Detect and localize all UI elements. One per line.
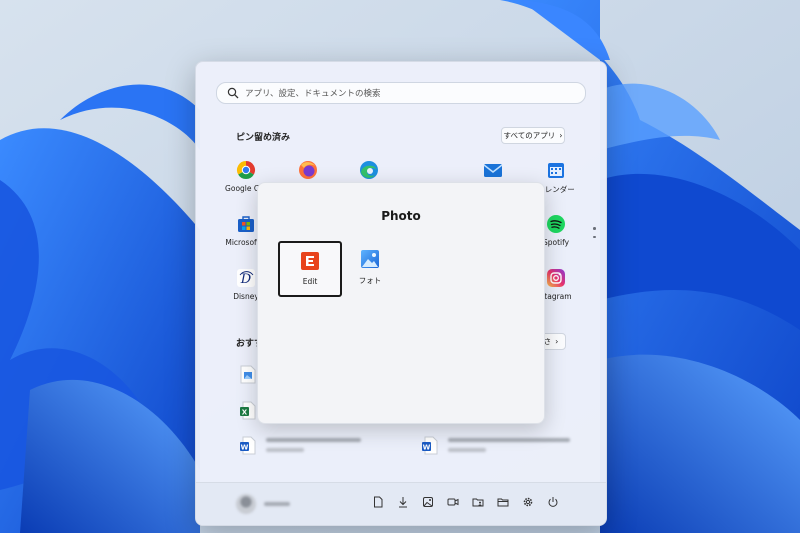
edit-app-icon (300, 251, 320, 271)
redacted-username (264, 502, 290, 506)
chevron-right-icon: › (555, 337, 559, 346)
pinned-app-mail[interactable] (463, 160, 523, 180)
search-icon (227, 87, 239, 99)
folder-app-photos[interactable]: フォト (340, 241, 400, 293)
instagram-icon (546, 268, 566, 288)
recommended-item[interactable] (240, 365, 256, 384)
mail-icon (483, 160, 503, 180)
word-file-icon: W (422, 436, 438, 455)
chevron-right-icon: › (559, 131, 563, 140)
recommended-item[interactable]: W (240, 436, 361, 455)
svg-text:W: W (423, 444, 431, 452)
calendar-icon (546, 160, 566, 180)
redacted-text (266, 436, 361, 452)
svg-text:W: W (241, 444, 249, 452)
search-placeholder: アプリ、設定、ドキュメントの検索 (245, 89, 381, 99)
spotify-icon (546, 214, 566, 234)
word-file-icon: W (240, 436, 256, 455)
power-icon[interactable] (547, 496, 559, 508)
all-apps-label: すべてのアプリ (503, 131, 556, 140)
disney-icon: D (236, 268, 256, 288)
folder-app-label: Edit (302, 277, 318, 286)
edge-icon (359, 160, 379, 180)
app-folder-popup: Photo Edit フォト (257, 182, 545, 424)
download-icon[interactable] (397, 496, 409, 508)
recommended-item[interactable]: W (422, 436, 570, 455)
folder-app-label: フォト (358, 276, 382, 285)
pinned-app-firefox[interactable] (278, 160, 338, 180)
video-icon[interactable] (447, 496, 459, 508)
svg-text:X: X (242, 409, 248, 417)
document-icon[interactable] (372, 496, 384, 508)
recommended-item[interactable]: X (240, 401, 256, 420)
all-apps-button[interactable]: すべてのアプリ › (501, 127, 565, 144)
folder-title[interactable]: Photo (258, 209, 544, 223)
firefox-icon (298, 160, 318, 180)
user-folder-icon[interactable] (472, 496, 484, 508)
store-icon (236, 214, 256, 234)
page-dots[interactable] (593, 227, 596, 244)
search-box[interactable]: アプリ、設定、ドキュメントの検索 (216, 82, 586, 104)
folder-icon[interactable] (497, 496, 509, 508)
avatar[interactable] (236, 494, 256, 514)
pinned-app-edge[interactable] (339, 160, 399, 180)
redacted-text (448, 436, 570, 452)
svg-text:D: D (240, 272, 252, 287)
folder-app-edit[interactable]: Edit (278, 241, 342, 297)
photos-icon (360, 249, 380, 269)
picture-icon[interactable] (422, 496, 434, 508)
image-file-icon (240, 365, 256, 384)
excel-file-icon: X (240, 401, 256, 420)
pinned-title: ピン留め済み (236, 133, 291, 143)
start-footer (196, 482, 606, 525)
settings-gear-icon[interactable] (522, 496, 534, 508)
chrome-icon (236, 160, 256, 180)
